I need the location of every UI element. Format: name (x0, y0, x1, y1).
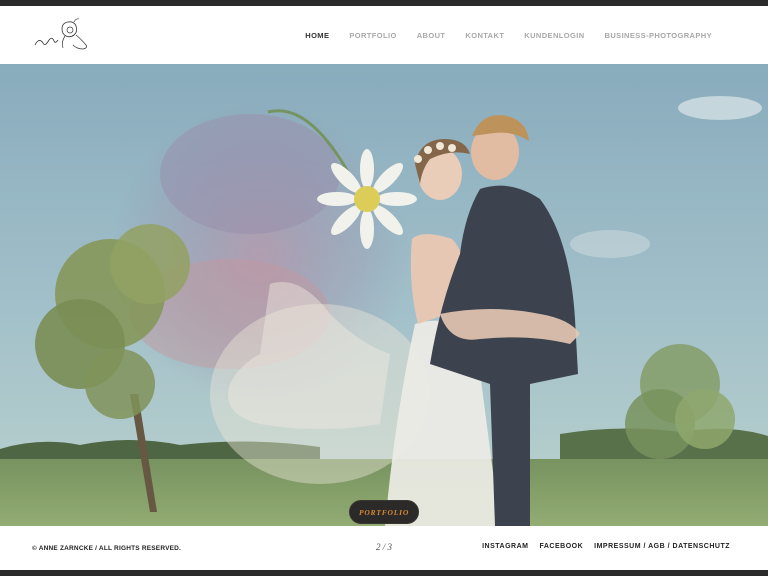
site-footer: © ANNE ZARNCKE / ALL RIGHTS RESERVED. 2 … (0, 526, 768, 570)
portfolio-button[interactable]: PORTFOLIO (349, 500, 419, 524)
camera-signature-logo-icon (34, 18, 87, 50)
bottom-border (0, 570, 768, 576)
footer-links: INSTAGRAM FACEBOOK IMPRESSUM / AGB / DAT… (482, 543, 730, 550)
site-header: HOME PORTFOLIO ABOUT KONTAKT KUNDENLOGIN… (0, 6, 768, 64)
site-logo[interactable] (32, 15, 92, 53)
nav-kontakt[interactable]: KONTAKT (465, 31, 504, 40)
nav-portfolio[interactable]: PORTFOLIO (349, 31, 396, 40)
copyright-text: © ANNE ZARNCKE / ALL RIGHTS RESERVED. (32, 545, 182, 552)
nav-kundenlogin[interactable]: KUNDENLOGIN (524, 31, 584, 40)
nav-home[interactable]: HOME (305, 31, 329, 40)
slide-pager: 2 / 3 (376, 542, 393, 552)
nav-business-photography[interactable]: BUSINESS-PHOTOGRAPHY (605, 31, 712, 40)
footer-link-impressum[interactable]: IMPRESSUM / AGB / DATENSCHUTZ (594, 543, 730, 550)
main-nav: HOME PORTFOLIO ABOUT KONTAKT KUNDENLOGIN… (305, 6, 712, 64)
footer-link-facebook[interactable]: FACEBOOK (539, 543, 583, 550)
nav-about[interactable]: ABOUT (417, 31, 446, 40)
footer-link-instagram[interactable]: INSTAGRAM (482, 543, 528, 550)
hero-slideshow[interactable]: PORTFOLIO (0, 64, 768, 526)
hero-photo (0, 64, 768, 526)
